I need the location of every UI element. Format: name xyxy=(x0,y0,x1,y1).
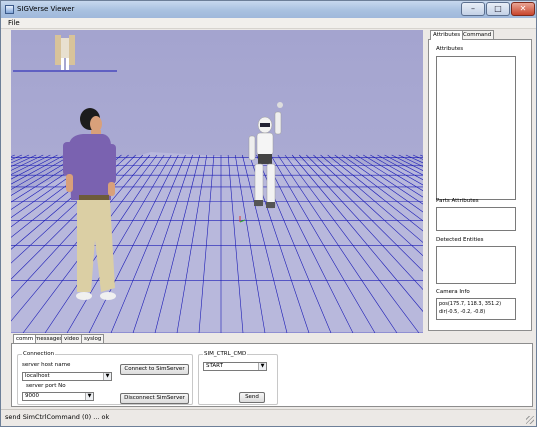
connection-group: Connection server host name localhost ▼ … xyxy=(17,351,193,405)
resize-grip-icon[interactable] xyxy=(526,416,534,424)
minimize-button[interactable]: – xyxy=(461,2,485,16)
chevron-down-icon: ▼ xyxy=(85,393,93,400)
attributes-label: Attributes xyxy=(436,46,464,52)
parts-attributes-list[interactable] xyxy=(436,207,516,231)
sim-ctrl-group-title: SIM_CTRL_CMD xyxy=(203,351,248,357)
camera-dir-text: dir(-0.5, -0.2, -0.8) xyxy=(439,309,486,315)
bottom-panel: comm messages video syslog Connection se… xyxy=(11,334,533,407)
title-bar[interactable]: SIGVerse Viewer – □ ✕ xyxy=(1,1,536,18)
status-text: send SimCtrlCommand (0) ... ok xyxy=(5,413,110,421)
right-panel: Attributes Command Attributes Parts Attr… xyxy=(428,30,532,331)
status-bar: send SimCtrlCommand (0) ... ok xyxy=(1,409,536,426)
sim-command-select[interactable]: START ▼ xyxy=(203,362,267,371)
send-button[interactable]: Send xyxy=(239,392,265,403)
port-label: server port No xyxy=(26,383,66,389)
tab-syslog[interactable]: syslog xyxy=(81,334,105,343)
disconnect-button[interactable]: Disconnect SimServer xyxy=(120,393,189,404)
tab-command[interactable]: Command xyxy=(460,30,495,39)
host-select[interactable]: localhost ▼ xyxy=(22,372,112,381)
parts-attributes-label: Parts Attributes xyxy=(436,198,479,204)
port-select[interactable]: 9000 ▼ xyxy=(22,392,94,401)
app-icon xyxy=(5,5,14,14)
comm-tab-page: Connection server host name localhost ▼ … xyxy=(11,343,533,407)
camera-info-label: Camera Info xyxy=(436,289,470,295)
sim-ctrl-group: SIM_CTRL_CMD START ▼ Send xyxy=(198,351,278,405)
chevron-down-icon: ▼ xyxy=(103,373,111,380)
camera-info-box: pos(175.7, 118.3, 351.2) dir(-0.5, -0.2,… xyxy=(436,298,516,320)
chevron-down-icon: ▼ xyxy=(258,363,266,370)
sim-command-value: START xyxy=(206,363,223,369)
menu-bar: File xyxy=(1,18,536,29)
connect-button[interactable]: Connect to SimServer xyxy=(120,364,189,375)
app-window: SIGVerse Viewer – □ ✕ File Attributes Co… xyxy=(0,0,537,427)
detected-entities-list[interactable] xyxy=(436,246,516,284)
window-title: SIGVerse Viewer xyxy=(17,5,75,13)
close-button[interactable]: ✕ xyxy=(511,2,535,16)
detected-entities-label: Detected Entities xyxy=(436,237,484,243)
tab-attributes[interactable]: Attributes xyxy=(430,30,464,40)
menu-file[interactable]: File xyxy=(8,19,20,27)
attributes-tab-page: Attributes Parts Attributes Detected Ent… xyxy=(428,39,532,331)
host-select-value: localhost xyxy=(25,373,50,379)
camera-pos-text: pos(175.7, 118.3, 351.2) xyxy=(439,301,502,307)
attributes-list[interactable] xyxy=(436,56,516,200)
connection-group-title: Connection xyxy=(22,351,56,357)
host-label: server host name xyxy=(22,362,71,368)
tab-video[interactable]: video xyxy=(61,334,83,343)
3d-viewport[interactable] xyxy=(11,30,423,333)
tab-comm[interactable]: comm xyxy=(13,334,37,343)
port-select-value: 9000 xyxy=(25,393,39,399)
maximize-button[interactable]: □ xyxy=(486,2,510,16)
